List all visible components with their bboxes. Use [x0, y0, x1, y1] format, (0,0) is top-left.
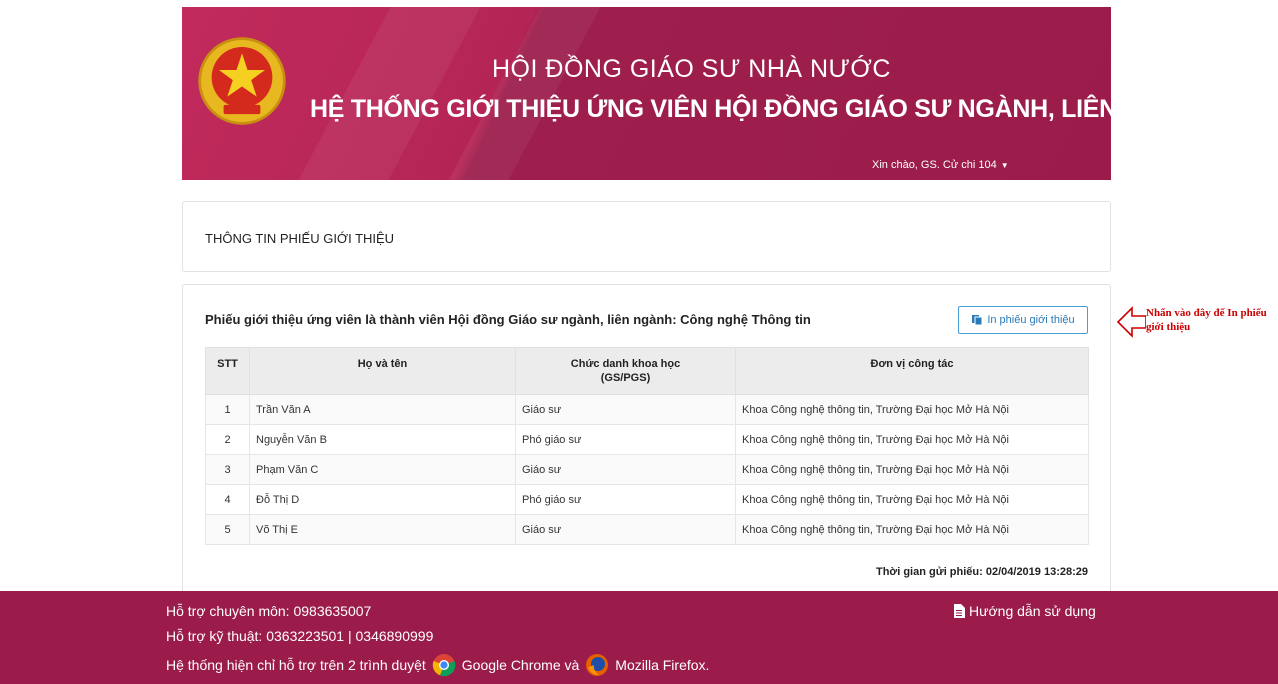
- table-row: 3 Phạm Văn C Giáo sư Khoa Công nghệ thôn…: [205, 454, 1089, 485]
- column-header: Chức danh khoa học (GS/PGS): [515, 347, 736, 395]
- header-banner: HỘI ĐỒNG GIÁO SƯ NHÀ NƯỚC HỆ THỐNG GIỚI …: [182, 7, 1111, 180]
- user-guide-label: Hướng dẫn sử dụng: [969, 603, 1096, 619]
- cell-stt: 3: [205, 454, 250, 485]
- nomination-panel: Phiếu giới thiệu ứng viên là thành viên …: [182, 284, 1111, 604]
- table-row: 4 Đỗ Thị D Phó giáo sư Khoa Công nghệ th…: [205, 484, 1089, 515]
- print-nomination-button[interactable]: In phiếu giới thiệu: [958, 306, 1088, 334]
- info-panel-title: THÔNG TIN PHIẾU GIỚI THIỆU: [205, 231, 395, 246]
- caret-down-icon: ▼: [1000, 160, 1009, 170]
- nominee-table: STT Họ và tên Chức danh khoa học (GS/PGS…: [205, 347, 1089, 545]
- print-button-label: In phiếu giới thiệu: [987, 314, 1075, 326]
- support-expert: Hỗ trợ chuyên môn: 0983635007: [166, 603, 372, 619]
- cell-unit: Khoa Công nghệ thông tin, Trường Đại học…: [735, 394, 1089, 425]
- national-emblem-icon: [198, 37, 286, 125]
- footer: Hỗ trợ chuyên môn: 0983635007 Hỗ trợ kỹ …: [0, 591, 1278, 684]
- table-row: 5 Võ Thị E Giáo sư Khoa Công nghệ thông …: [205, 514, 1089, 545]
- system-title: HỆ THỐNG GIỚI THIỆU ỨNG VIÊN HỘI ĐỒNG GI…: [310, 95, 1111, 123]
- cell-name: Trần Văn A: [249, 394, 516, 425]
- cell-unit: Khoa Công nghệ thông tin, Trường Đại học…: [735, 484, 1089, 515]
- cell-name: Võ Thị E: [249, 514, 516, 545]
- council-title: HỘI ĐỒNG GIÁO SƯ NHÀ NƯỚC: [492, 55, 891, 83]
- print-hint-annotation: Nhấn vào đây để In phiếu giới thiệu: [1146, 306, 1270, 334]
- user-menu[interactable]: Xin chào, GS. Cử chi 104 ▼: [872, 159, 1009, 171]
- column-header: STT: [205, 347, 250, 395]
- cell-title: Giáo sư: [515, 514, 736, 545]
- firefox-icon: [586, 654, 609, 676]
- info-panel: THÔNG TIN PHIẾU GIỚI THIỆU: [182, 201, 1111, 272]
- column-header: Đơn vị công tác: [735, 347, 1089, 395]
- cell-title: Phó giáo sư: [515, 424, 736, 455]
- cell-stt: 2: [205, 424, 250, 455]
- browser-note-text: Hệ thống hiện chỉ hỗ trợ trên 2 trình du…: [166, 657, 426, 673]
- table-row: 1 Trần Văn A Giáo sư Khoa Công nghệ thôn…: [205, 394, 1089, 425]
- user-guide-link[interactable]: Hướng dẫn sử dụng: [953, 603, 1096, 619]
- cell-unit: Khoa Công nghệ thông tin, Trường Đại học…: [735, 424, 1089, 455]
- support-tech: Hỗ trợ kỹ thuật: 0363223501 | 0346890999: [166, 628, 434, 644]
- cell-title: Giáo sư: [515, 454, 736, 485]
- firefox-label: Mozilla Firefox.: [615, 657, 710, 673]
- table-row: 2 Nguyễn Văn B Phó giáo sư Khoa Công ngh…: [205, 424, 1089, 455]
- cell-title: Phó giáo sư: [515, 484, 736, 515]
- cell-stt: 5: [205, 514, 250, 545]
- cell-title: Giáo sư: [515, 394, 736, 425]
- chrome-icon: [432, 654, 456, 677]
- chrome-label: Google Chrome và: [461, 657, 580, 673]
- column-header: Họ và tên: [249, 347, 516, 395]
- cell-unit: Khoa Công nghệ thông tin, Trường Đại học…: [735, 514, 1089, 545]
- submit-time: Thời gian gửi phiếu: 02/04/2019 13:28:29: [875, 566, 1088, 578]
- nomination-heading: Phiếu giới thiệu ứng viên là thành viên …: [205, 312, 811, 327]
- cell-stt: 4: [205, 484, 250, 515]
- greeting-text: Xin chào, GS. Cử chi 104: [872, 159, 997, 171]
- browser-note: Hệ thống hiện chỉ hỗ trợ trên 2 trình du…: [166, 653, 709, 677]
- document-icon: [954, 604, 965, 618]
- cell-stt: 1: [205, 394, 250, 425]
- cell-name: Đỗ Thị D: [249, 484, 516, 515]
- column-header-text: Chức danh khoa học (GS/PGS): [570, 358, 681, 384]
- cell-name: Phạm Văn C: [249, 454, 516, 485]
- copy-icon: [972, 315, 983, 326]
- cell-unit: Khoa Công nghệ thông tin, Trường Đại học…: [735, 454, 1089, 485]
- cell-name: Nguyễn Văn B: [249, 424, 516, 455]
- left-arrow-icon: [1116, 306, 1147, 338]
